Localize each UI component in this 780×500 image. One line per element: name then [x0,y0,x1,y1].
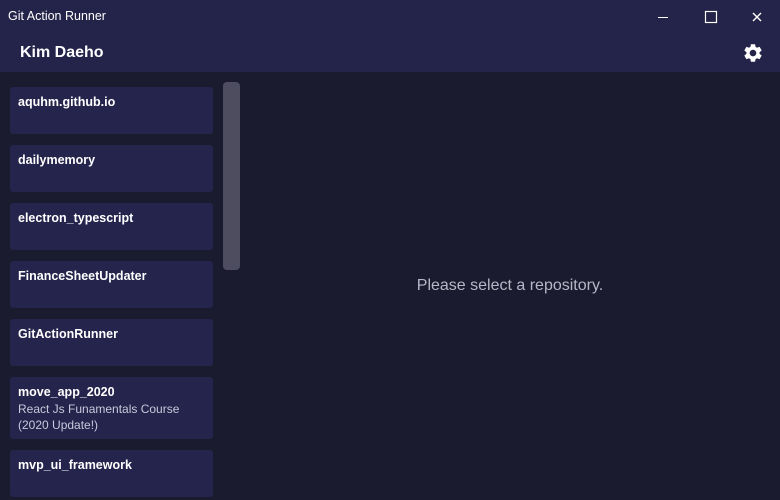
empty-state-message: Please select a repository. [416,277,604,294]
app-header: Kim Daeho [0,34,780,72]
repository-description: React Js Funamentals Course (2020 Update… [18,402,180,432]
repository-item[interactable]: electron_typescript [10,203,213,250]
repository-name: dailymemory [18,153,96,167]
repository-name: move_app_2020 [18,385,115,399]
app-window: Git Action Runner Kim Daeho aquhm.github… [0,0,780,500]
scrollbar-thumb[interactable] [223,82,240,270]
close-button[interactable] [734,0,780,34]
repository-item[interactable]: dailymemory [10,145,213,192]
repository-name: GitActionRunner [18,327,118,341]
repository-detail-panel: Please select a repository. [244,72,780,500]
maximize-icon [704,10,718,24]
user-name: Kim Daeho [20,44,104,61]
minimize-icon [658,17,668,18]
gear-icon [744,44,762,62]
minimize-button[interactable] [640,0,686,34]
repository-item[interactable]: move_app_2020 React Js Funamentals Cours… [10,377,213,439]
repository-list[interactable]: aquhm.github.io dailymemory electron_typ… [0,72,244,500]
window-title: Git Action Runner [8,9,106,23]
repository-item[interactable]: aquhm.github.io [10,87,213,134]
close-icon [752,12,762,22]
title-bar[interactable]: Git Action Runner [0,0,780,34]
repository-item[interactable]: FinanceSheetUpdater [10,261,213,308]
maximize-button[interactable] [688,0,734,34]
repository-name: mvp_ui_framework [18,458,132,472]
repository-item[interactable]: mvp_ui_framework [10,450,213,497]
repository-item[interactable]: GitActionRunner [10,319,213,366]
repository-name: electron_typescript [18,211,134,225]
repository-name: aquhm.github.io [18,95,116,109]
repository-name: FinanceSheetUpdater [18,269,147,283]
settings-button[interactable] [741,41,765,65]
